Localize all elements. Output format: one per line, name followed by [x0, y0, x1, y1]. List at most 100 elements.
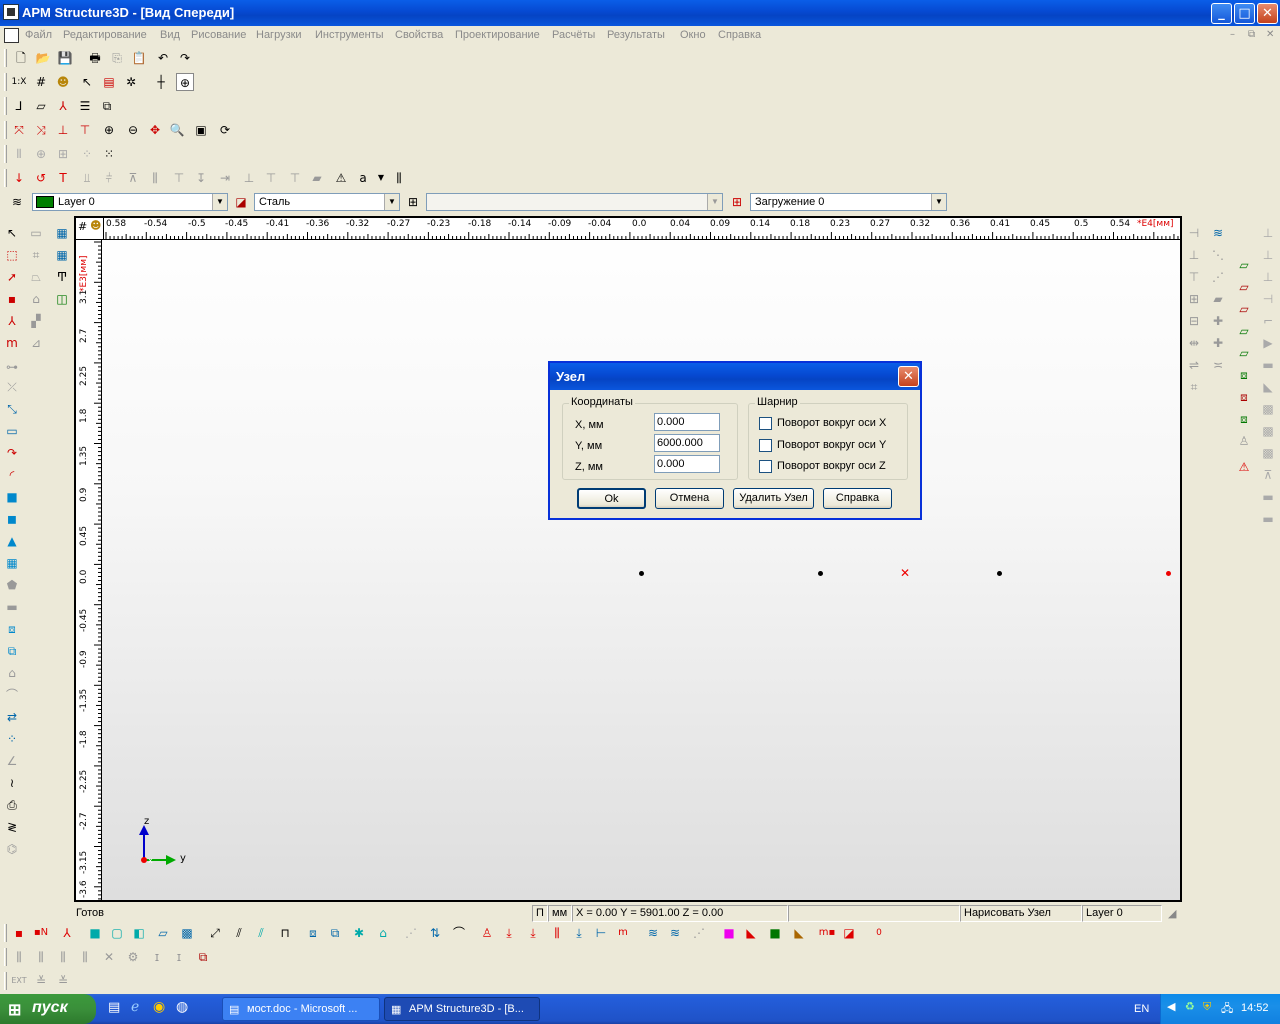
save-icon[interactable]: 💾: [56, 49, 74, 67]
rotate-z-checkbox[interactable]: [759, 460, 772, 473]
show-frames-icon[interactable]: ⊓: [276, 924, 294, 942]
show-nodes-icon[interactable]: ▪: [10, 924, 28, 942]
show-mass-icon[interactable]: m: [614, 924, 632, 942]
array-icon[interactable]: ⁘: [78, 145, 96, 163]
result-info-2-icon[interactable]: ɪ: [170, 948, 188, 966]
show-surfaces-icon[interactable]: ⏥: [154, 924, 172, 942]
support-1-icon[interactable]: ⊥: [1259, 224, 1277, 242]
show-lines-icon[interactable]: ⤢: [206, 924, 224, 942]
result-moments-icon[interactable]: ⫼: [32, 948, 50, 966]
show-plates-icon[interactable]: ■: [86, 924, 104, 942]
quicklaunch-word-icon[interactable]: ▤: [108, 1000, 120, 1015]
solid-mesh-icon[interactable]: ▬: [3, 598, 21, 616]
select-rect-icon[interactable]: ⬚: [3, 246, 21, 264]
layer-2-icon[interactable]: ⋱: [1209, 246, 1227, 264]
show-forces-icon[interactable]: ⤓: [500, 924, 518, 942]
export-2-icon[interactable]: ≚: [32, 972, 50, 990]
tray-volume-icon[interactable]: 🖧: [1221, 1000, 1233, 1019]
moment-icon[interactable]: ↺: [32, 169, 50, 187]
x-coordinate-input[interactable]: 0.000: [654, 413, 720, 431]
zoom-out-icon[interactable]: ⊖: [124, 121, 142, 139]
show-layers-2-icon[interactable]: ≋: [666, 924, 684, 942]
resize-grip-icon[interactable]: ◢: [1168, 907, 1176, 920]
quicklaunch-app-icon[interactable]: ◍: [176, 999, 188, 1015]
surface-load-icon[interactable]: ⊤: [262, 169, 280, 187]
gradient-load-icon[interactable]: ⊤: [286, 169, 304, 187]
show-solid-frame-icon[interactable]: ⧉: [326, 924, 344, 942]
result-2-icon[interactable]: ⊥: [1185, 246, 1203, 264]
element-3-icon[interactable]: ▱: [1235, 300, 1253, 318]
move-elements-icon[interactable]: ⊕: [32, 145, 50, 163]
rotate-free-icon[interactable]: ⊤: [76, 121, 94, 139]
wind-load-icon[interactable]: ⇥: [216, 169, 234, 187]
drawing-viewport[interactable]: [74, 216, 1182, 902]
export-3-icon[interactable]: ≚: [54, 972, 72, 990]
snap-icon[interactable]: ☻: [54, 73, 72, 91]
support-5-icon[interactable]: ⌐: [1259, 312, 1277, 330]
diagram-icon[interactable]: ⫼: [390, 169, 408, 187]
refresh-icon[interactable]: ⟳: [216, 121, 234, 139]
support-3-icon[interactable]: ⊥: [1259, 268, 1277, 286]
element-8-icon[interactable]: ⧈: [1235, 410, 1253, 428]
layer-6-icon[interactable]: ✚: [1209, 334, 1227, 352]
mass-display-icon[interactable]: m▪: [818, 924, 836, 942]
redo-icon[interactable]: ↷: [176, 49, 194, 67]
wave-icon[interactable]: ≀: [3, 774, 21, 792]
node-icon[interactable]: ▪: [3, 290, 21, 308]
rotate-x-checkbox[interactable]: [759, 417, 772, 430]
section-select[interactable]: ▼: [426, 193, 723, 211]
tray-antivirus-icon[interactable]: ⛨: [1203, 1000, 1211, 1014]
layer-select[interactable]: Layer 0 ▼: [32, 193, 228, 211]
select-element-icon[interactable]: ➚: [3, 268, 21, 286]
zero-icon[interactable]: 0: [870, 924, 888, 942]
iso-view-icon[interactable]: ⧉: [98, 97, 116, 115]
pan-icon[interactable]: ✥: [146, 121, 164, 139]
front-view-icon[interactable]: ▱: [32, 97, 50, 115]
show-temp-icon[interactable]: ⊢: [592, 924, 610, 942]
rotate-y-icon[interactable]: ⤨: [32, 121, 50, 139]
result-3-icon[interactable]: ⊤: [1185, 268, 1203, 286]
color-material-icon[interactable]: ◣: [790, 924, 808, 942]
area-load-icon[interactable]: ⫼: [146, 169, 164, 187]
ext-icon[interactable]: EXT: [10, 972, 28, 990]
rotate-y-checkbox[interactable]: [759, 439, 772, 452]
support-10-icon[interactable]: ▩: [1259, 422, 1277, 440]
tray-expand-icon[interactable]: ◀: [1167, 1000, 1175, 1013]
render-solid-icon[interactable]: ⌗: [27, 246, 45, 264]
show-plate-frame-icon[interactable]: ▢: [108, 924, 126, 942]
connect-icon[interactable]: ⇄: [3, 708, 21, 726]
render-section-icon[interactable]: ▞: [27, 312, 45, 330]
show-layers-3-icon[interactable]: ⋰: [690, 924, 708, 942]
copy-elements-icon[interactable]: ⫴: [10, 145, 28, 163]
element-4-icon[interactable]: ▱: [1235, 322, 1253, 340]
distributed-load-icon[interactable]: ⫫: [78, 169, 96, 187]
show-supports-icon[interactable]: ⅄: [58, 924, 76, 942]
select-group-icon[interactable]: ▦: [53, 246, 71, 264]
show-plate-fill-icon[interactable]: ◧: [130, 924, 148, 942]
menu-tools[interactable]: Инструменты: [315, 29, 384, 41]
pressure-icon[interactable]: ↧: [192, 169, 210, 187]
show-mesh-icon[interactable]: ▩: [178, 924, 196, 942]
snow-load-icon[interactable]: ⊥: [240, 169, 258, 187]
warning-icon[interactable]: ⚠: [1235, 458, 1253, 476]
select-node-icon[interactable]: ↖: [78, 73, 96, 91]
new-file-icon[interactable]: 🗋: [12, 49, 30, 67]
top-view-icon[interactable]: ☰: [76, 97, 94, 115]
toolbar-grip[interactable]: [4, 972, 7, 990]
rotate-x-icon[interactable]: ⤧: [10, 121, 28, 139]
support-14-icon[interactable]: ▬: [1259, 510, 1277, 528]
chevron-down-icon[interactable]: ▼: [384, 194, 399, 210]
mass-node-icon[interactable]: m: [3, 334, 21, 352]
cable-icon[interactable]: ⤫: [3, 378, 21, 396]
rod-icon[interactable]: ⊶: [3, 358, 21, 376]
zoom-fit-icon[interactable]: ▣: [192, 121, 210, 139]
menu-window[interactable]: Окно: [680, 29, 706, 41]
print-icon[interactable]: 🖶: [86, 49, 104, 67]
task-word-document[interactable]: ▤ мост.doc - Microsoft ...: [222, 997, 380, 1021]
show-node-numbers-icon[interactable]: ▪N: [32, 924, 50, 942]
cancel-button[interactable]: Отмена: [655, 488, 724, 509]
element-9-icon[interactable]: ♙: [1235, 432, 1253, 450]
render-wire-icon[interactable]: ▭: [27, 224, 45, 242]
show-solid-fill-icon[interactable]: ✱: [350, 924, 368, 942]
force-icon[interactable]: ↓: [10, 169, 28, 187]
